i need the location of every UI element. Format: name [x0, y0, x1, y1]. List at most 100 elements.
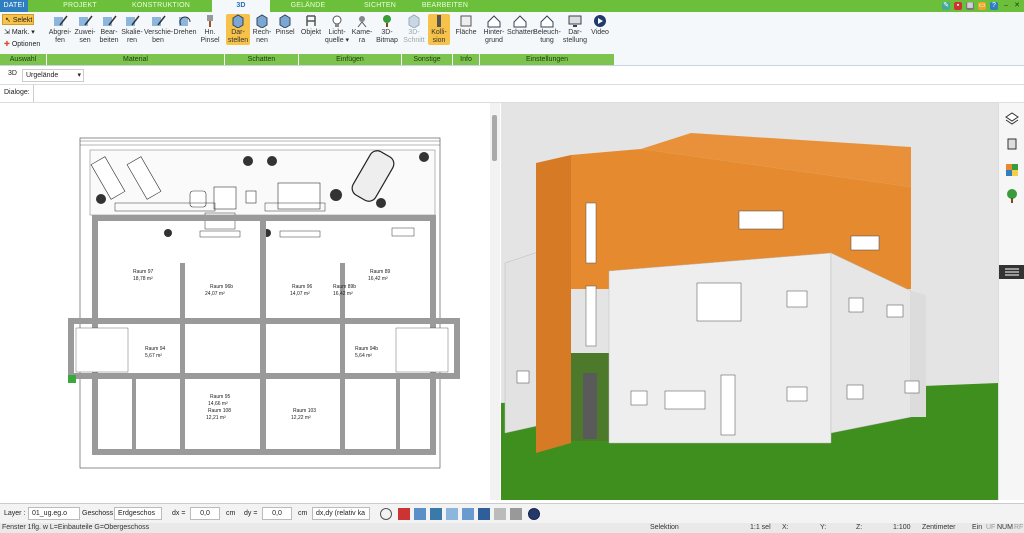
- dy-label: dy =: [244, 510, 258, 517]
- optionen-button[interactable]: ✚ Optionen: [2, 39, 40, 50]
- tab-3d[interactable]: 3D: [212, 0, 270, 12]
- beleuchtung-button[interactable]: Beleuch- tung: [533, 14, 561, 45]
- dy-value: 0,0: [272, 510, 282, 517]
- room-label: Raum 89b: [333, 284, 356, 290]
- play-icon: [592, 14, 608, 28]
- group-info: Info: [453, 54, 479, 65]
- grid-icon[interactable]: [414, 508, 426, 520]
- 3d-bitmap-button[interactable]: 3D- Bitmap: [375, 14, 399, 45]
- north-icon[interactable]: [528, 508, 540, 520]
- hatch-icon[interactable]: [494, 508, 506, 520]
- terrain-select[interactable]: Urgelände ▾: [22, 69, 84, 82]
- status-selection: 1:1 sel: [750, 524, 771, 531]
- video-button[interactable]: Video: [589, 14, 611, 37]
- chair-icon[interactable]: [1005, 137, 1019, 151]
- kollision-button[interactable]: Kolli- sion: [428, 14, 450, 45]
- tab-datei[interactable]: DATEI: [0, 0, 28, 12]
- geschoss-select[interactable]: Erdgeschos: [114, 507, 162, 520]
- bearbeiten-label: Bear- beiten: [99, 29, 119, 44]
- bearbeiten-button[interactable]: Bear- beiten: [98, 14, 120, 45]
- ortho-icon[interactable]: [430, 508, 442, 520]
- schatten-button[interactable]: Schatten: [507, 14, 535, 37]
- verschieben-button[interactable]: Verschie- ben: [144, 14, 173, 45]
- tab-bearbeiten[interactable]: BEARBEITEN: [420, 0, 470, 12]
- floor-plan-drawing: Raum 97 18,78 m² Raum 96b 24,07 m² Raum …: [68, 137, 460, 469]
- hintergrund-button[interactable]: Hinter- grund: [481, 14, 507, 45]
- geschoss-label: Geschoss :: [82, 510, 118, 517]
- brush-icon: [202, 14, 218, 28]
- view-mode-label: 3D: [8, 70, 17, 77]
- right-sidebar: [998, 103, 1024, 500]
- objekt-label: Objekt: [300, 29, 322, 36]
- scroll-thumb[interactable]: [492, 115, 497, 161]
- 3d-view[interactable]: [501, 103, 998, 500]
- abgreifen-button[interactable]: Abgrei- fen: [48, 14, 72, 45]
- record-icon[interactable]: ▪: [954, 2, 962, 10]
- diamond-icon[interactable]: [478, 508, 490, 520]
- rechnen-button[interactable]: Rech- nen: [251, 14, 273, 45]
- floor-plan-view[interactable]: Raum 97 18,78 m² Raum 96b 24,07 m² Raum …: [0, 103, 490, 500]
- chevron-down-icon: ▾: [77, 72, 81, 79]
- help-icon[interactable]: ?: [990, 2, 998, 10]
- dy-input[interactable]: 0,0: [262, 507, 292, 520]
- status-y: Y:: [820, 524, 827, 531]
- selekt-button[interactable]: ↖ Selekt: [2, 14, 34, 25]
- kamera-button[interactable]: Kame- ra: [351, 14, 373, 45]
- zuweisen-button[interactable]: Zuwei- sen: [74, 14, 96, 45]
- skalieren-button[interactable]: Skalie- ren: [121, 14, 143, 45]
- terrain-value: Urgelände: [26, 72, 59, 79]
- tab-projekt[interactable]: PROJEKT: [60, 0, 100, 12]
- line-icon[interactable]: [446, 508, 458, 520]
- color-palette-icon[interactable]: [1005, 163, 1019, 177]
- layout-icon[interactable]: ▦: [966, 2, 974, 10]
- drehen-label: Drehen: [173, 29, 197, 36]
- tab-gelaende[interactable]: GELÄNDE: [286, 0, 330, 12]
- minimize-icon[interactable]: –: [1002, 2, 1010, 10]
- vertical-scrollbar[interactable]: [490, 103, 500, 500]
- drehen-button[interactable]: Drehen: [173, 14, 197, 37]
- pinsel-button[interactable]: Pinsel: [274, 14, 296, 37]
- area-icon: [458, 14, 474, 28]
- darstellen-button[interactable]: Dar- stellen: [226, 14, 250, 45]
- mark-button[interactable]: ⇲ Mark. ▾: [2, 27, 35, 38]
- tree-icon[interactable]: [1005, 189, 1019, 203]
- angle-icon[interactable]: [462, 508, 474, 520]
- folder-icon[interactable]: ▭: [978, 2, 986, 10]
- clock-icon[interactable]: [380, 508, 392, 520]
- darstellung-button[interactable]: Dar- stellung: [562, 14, 588, 45]
- status-hint: Fenster 1flg. w L=Einbauteile G=Obergesc…: [2, 524, 150, 531]
- coordinate-mode-select[interactable]: dx,dy (relativ ka: [312, 507, 370, 520]
- status-bar: Fenster 1flg. w L=Einbauteile G=Obergesc…: [0, 523, 1024, 533]
- room-area: 5,67 m²: [145, 353, 162, 359]
- flaeche-button[interactable]: Fläche: [454, 14, 478, 37]
- tool-icon[interactable]: ✎: [942, 2, 950, 10]
- room-label: Raum 94: [145, 346, 166, 352]
- tab-sichten[interactable]: SICHTEN: [360, 0, 400, 12]
- bulb-icon: [329, 14, 345, 28]
- 3d-schnitt-label: 3D- Schnitt: [403, 29, 425, 44]
- layer-toggle-icon[interactable]: [510, 508, 522, 520]
- status-mode: Selektion: [650, 524, 679, 531]
- lichtquelle-button[interactable]: Licht- quelle ▾: [324, 14, 350, 45]
- 3d-schnitt-button[interactable]: 3D- Schnitt: [402, 14, 426, 45]
- layers-icon[interactable]: [1005, 111, 1019, 125]
- schatten-label: Schatten: [507, 29, 535, 36]
- dx-input[interactable]: 0,0: [190, 507, 220, 520]
- objekt-button[interactable]: Objekt: [300, 14, 322, 37]
- close-icon[interactable]: ✕: [1013, 2, 1021, 10]
- flaeche-label: Fläche: [455, 29, 477, 36]
- snap-icon[interactable]: [398, 508, 410, 520]
- layer-select[interactable]: 01_ug.eg.o: [28, 507, 80, 520]
- hn-pinsel-button[interactable]: Hn. Pinsel: [199, 14, 221, 45]
- tab-konstruktion[interactable]: KONSTRUKTION: [130, 0, 192, 12]
- 3d-bitmap-label: 3D- Bitmap: [376, 29, 398, 44]
- 3d-render: [501, 103, 998, 500]
- ribbon: ↖ Selekt ⇲ Mark. ▾ ✚ Optionen Abgrei- fe…: [0, 12, 1024, 66]
- dx-label: dx =: [172, 510, 186, 517]
- room-area: 16,42 m²: [333, 291, 353, 297]
- cube-brush-icon: [277, 14, 293, 29]
- sidebar-toggle[interactable]: [999, 265, 1024, 279]
- bottom-toolbar: Layer : 01_ug.eg.o Geschoss : Erdgeschos…: [0, 503, 1024, 523]
- room-area: 24,07 m²: [205, 291, 225, 297]
- selection-marker: [68, 375, 76, 383]
